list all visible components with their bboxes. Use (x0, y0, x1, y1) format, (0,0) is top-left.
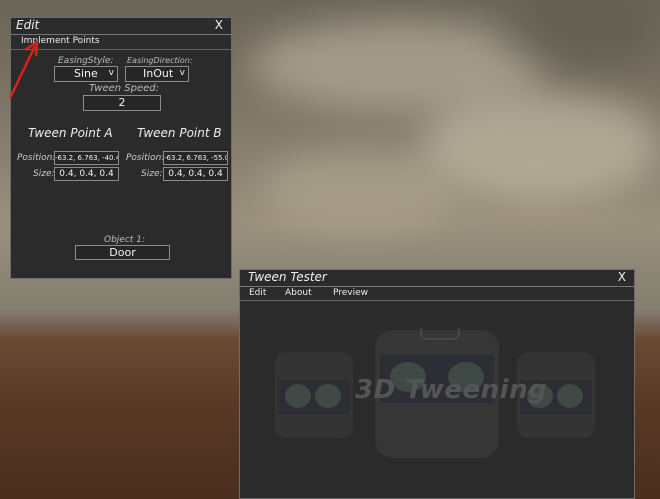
point-b-position-input[interactable]: -63.2, 6.763, -55.062 (163, 151, 228, 165)
point-b-size-label: Size: (141, 169, 163, 179)
point-a-position-label: Position: (17, 153, 56, 163)
object-input[interactable]: Door (75, 245, 170, 260)
object-label: Object 1: (104, 235, 145, 245)
easing-direction-value: InOut (143, 67, 174, 80)
tween-point-a-title: Tween Point A (28, 126, 113, 140)
watermark-text: 3D Tweening (355, 375, 548, 405)
tester-titlebar[interactable]: Tween Tester X (240, 270, 634, 287)
easing-style-value: Sine (74, 67, 98, 80)
point-a-position-input[interactable]: -63.2, 6.763, -40.462 (54, 151, 119, 165)
close-button[interactable]: X (215, 18, 223, 32)
easing-direction-dropdown[interactable]: InOut v (125, 66, 189, 82)
easing-style-label: EasingStyle: (58, 56, 114, 66)
tween-point-b-title: Tween Point B (137, 126, 222, 140)
tween-tester-window: Tween Tester X Edit About Preview 3D Twe… (239, 269, 635, 499)
point-b-position-label: Position: (126, 153, 165, 163)
easing-style-dropdown[interactable]: Sine v (54, 66, 118, 82)
tester-close-button[interactable]: X (618, 270, 626, 284)
tweening-logo: 3D Tweening (240, 300, 636, 460)
menu-about[interactable]: About (285, 288, 312, 298)
annotation-arrow-icon (8, 40, 39, 99)
point-b-size-input[interactable]: 0.4, 0.4, 0.4 (163, 167, 228, 181)
tester-menubar: Edit About Preview (240, 287, 634, 301)
easing-direction-label: EasingDirection: (127, 56, 193, 65)
edit-window-titlebar[interactable]: Edit X (11, 18, 231, 35)
edit-window-title: Edit (16, 18, 40, 32)
menu-preview[interactable]: Preview (333, 288, 368, 298)
chevron-down-icon: v (108, 68, 114, 78)
point-a-size-label: Size: (33, 169, 55, 179)
point-a-size-input[interactable]: 0.4, 0.4, 0.4 (54, 167, 119, 181)
tester-title: Tween Tester (248, 270, 327, 284)
chevron-down-icon: v (179, 68, 185, 78)
tween-speed-input[interactable]: 2 (83, 95, 161, 111)
tween-speed-label: Tween Speed: (89, 83, 160, 94)
menu-edit[interactable]: Edit (249, 288, 266, 298)
